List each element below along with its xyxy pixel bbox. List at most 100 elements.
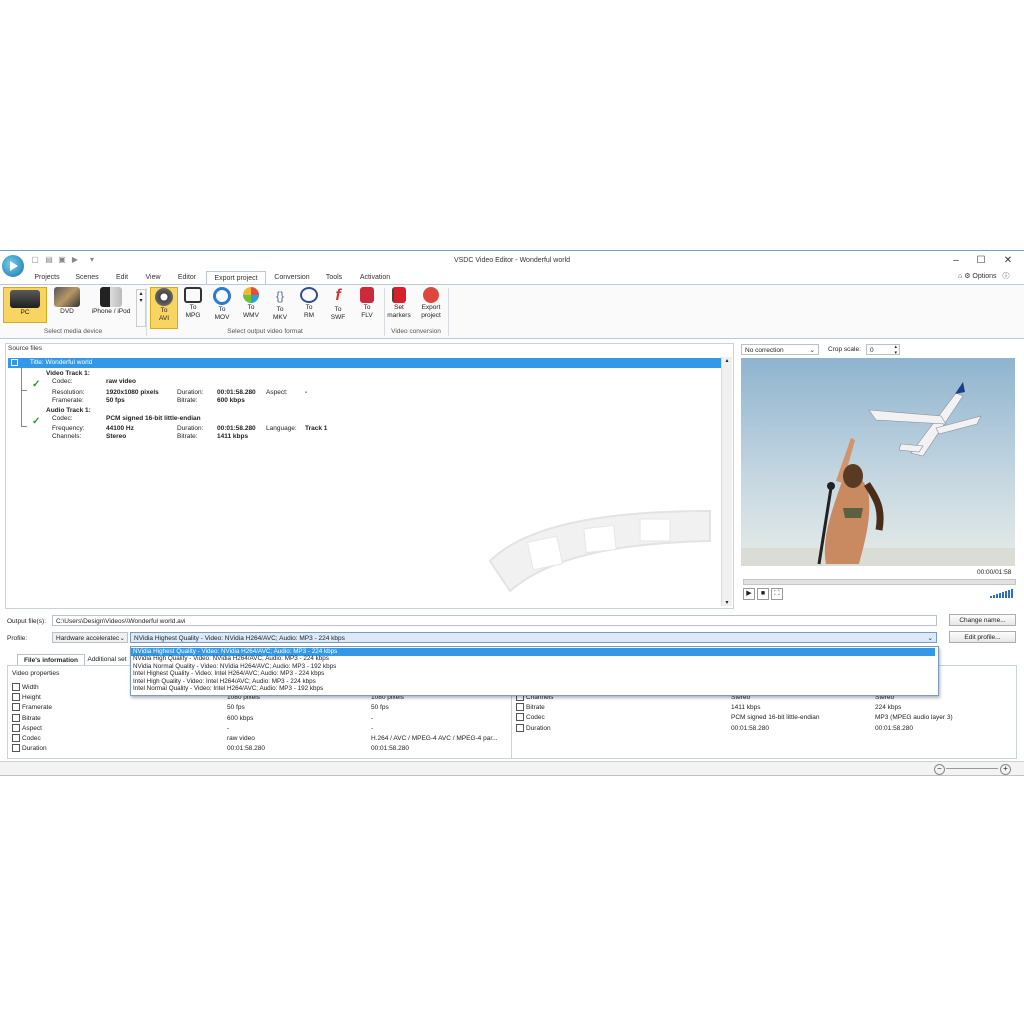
set-markers-button[interactable]: Set markers xyxy=(386,287,412,320)
video-prop-source-value: 600 kbps xyxy=(227,714,254,722)
device-iphone-button[interactable]: iPhone / iPod xyxy=(88,287,134,316)
checkbox[interactable] xyxy=(12,683,20,691)
video-preview[interactable] xyxy=(741,358,1015,566)
tab-conversion[interactable]: Conversion xyxy=(268,271,316,284)
device-iphone-label: iPhone / iPod xyxy=(91,308,131,315)
tab-view[interactable]: View xyxy=(138,271,168,284)
output-path-field[interactable]: C:\Users\Design\Videos\\Wonderful world.… xyxy=(52,615,937,626)
checkbox[interactable] xyxy=(12,713,20,722)
collapse-icon[interactable] xyxy=(11,358,18,366)
audio-prop-row[interactable]: Duration 00:01:58.280 00:01:58.280 xyxy=(516,723,1006,734)
scroll-down-icon[interactable]: ▾ xyxy=(722,599,732,606)
audio-prop-source-value: 00:01:58.280 xyxy=(731,724,769,732)
to-swf-button[interactable]: f To SWF xyxy=(325,287,351,322)
stop-button[interactable]: ■ xyxy=(757,588,769,600)
to-flv-button[interactable]: To FLV xyxy=(354,287,380,320)
audio-freq-label: Frequency: xyxy=(52,425,85,432)
checkbox[interactable] xyxy=(12,744,20,753)
audio-br-value: 1411 kbps xyxy=(217,433,249,440)
seek-slider[interactable] xyxy=(743,579,1016,585)
profile-type-select[interactable]: Hardware acceleratec ⌄ xyxy=(52,632,128,643)
video-prop-row[interactable]: Bitrate 600 kbps - xyxy=(12,713,502,724)
checkbox[interactable] xyxy=(516,713,524,722)
minimize-button[interactable]: – xyxy=(946,254,966,268)
profile-dropdown-list[interactable]: NVidia Highest Quality - Video: NVidia H… xyxy=(130,646,939,696)
audio-prop-output-value: MP3 (MPEG audio layer 3) xyxy=(875,714,953,722)
tab-editor[interactable]: Editor xyxy=(170,271,204,284)
scroll-up-icon[interactable]: ▴ xyxy=(722,357,732,364)
zoom-slider[interactable] xyxy=(946,768,998,769)
tab-scenes[interactable]: Scenes xyxy=(68,271,106,284)
tab-projects[interactable]: Projects xyxy=(28,271,66,284)
video-prop-row[interactable]: Framerate 50 fps 50 fps xyxy=(12,703,502,713)
audio-prop-name: Codec xyxy=(526,714,545,722)
device-scroll-button[interactable]: ▴ ▾ xyxy=(136,289,146,327)
to-wmv-button[interactable]: To WMV xyxy=(238,287,264,320)
change-name-button[interactable]: Change name... xyxy=(949,614,1016,626)
video-properties-header: Video properties xyxy=(12,670,60,677)
maximize-button[interactable]: ☐ xyxy=(971,254,991,268)
checkbox[interactable] xyxy=(516,723,524,732)
fullscreen-button[interactable]: ⛶ xyxy=(771,588,783,600)
correction-select[interactable]: No correction ⌄ xyxy=(741,344,819,355)
to-avi-button[interactable]: To AVI xyxy=(150,287,178,329)
checkbox[interactable] xyxy=(12,723,20,732)
audio-track-check-icon[interactable]: ✓ xyxy=(32,416,40,427)
video-prop-name: Height xyxy=(22,694,41,702)
close-button[interactable]: ✕ xyxy=(998,254,1018,268)
source-scrollbar[interactable]: ▴ ▾ xyxy=(721,357,732,606)
video-track-check-icon[interactable]: ✓ xyxy=(32,379,40,390)
video-prop-name: Width xyxy=(22,684,39,691)
edit-profile-button[interactable]: Edit profile... xyxy=(949,631,1016,643)
audio-prop-name: Duration xyxy=(526,724,551,732)
tab-activation[interactable]: Activation xyxy=(354,271,396,284)
info-icon: ⓘ xyxy=(1002,273,1010,280)
to-mpg-button[interactable]: To MPG xyxy=(180,287,206,320)
flag-icon xyxy=(392,287,406,303)
checkbox[interactable] xyxy=(12,693,20,702)
export-project-button[interactable]: Export project xyxy=(416,287,446,320)
options-menu[interactable]: ⌂ ⚙ Options ⓘ xyxy=(958,271,1010,281)
to-mkv-button[interactable]: {} To MKV xyxy=(267,287,293,322)
play-button[interactable]: ▶ xyxy=(743,588,755,600)
video-prop-row[interactable]: Codec raw video H.264 / AVC / MPEG-4 AVC /… xyxy=(12,734,502,744)
checkbox[interactable] xyxy=(12,734,20,742)
device-dvd-button[interactable]: DVD xyxy=(48,287,86,316)
video-prop-row[interactable]: Duration 00:01:58.280 00:01:58.280 xyxy=(12,744,502,754)
video-prop-row[interactable]: Aspect - - xyxy=(12,723,502,734)
source-title-row[interactable]: Title: Wonderful world xyxy=(8,358,721,368)
audio-prop-row[interactable]: Codec PCM signed 16-bit little-endian MP3 … xyxy=(516,713,1006,723)
tab-export-project[interactable]: Export project xyxy=(206,271,266,284)
export-project-label2: project xyxy=(421,312,441,319)
to-rm-button[interactable]: To RM xyxy=(296,287,322,320)
export-project-label1: Export xyxy=(421,304,441,311)
dvd-icon xyxy=(54,287,80,307)
video-res-label: Resolution: xyxy=(52,389,85,396)
profile-type-value: Hardware acceleratec xyxy=(56,635,120,642)
audio-prop-source-value: 1411 kbps xyxy=(731,704,761,712)
tab-additional-settings[interactable]: Additional set xyxy=(84,654,130,665)
to-mov-button[interactable]: To MOV xyxy=(209,287,235,322)
profile-option[interactable]: Intel Normal Quality - Video: Intel H264… xyxy=(133,685,323,693)
quicktime-icon xyxy=(213,287,231,305)
video-fr-label: Framerate: xyxy=(52,397,84,404)
checkbox[interactable] xyxy=(12,703,20,712)
volume-icon[interactable] xyxy=(990,589,1014,598)
tab-edit[interactable]: Edit xyxy=(108,271,136,284)
audio-prop-row[interactable]: Bitrate 1411 kbps 224 kbps xyxy=(516,703,1006,713)
video-codec-value: raw video xyxy=(106,378,136,385)
to-swf-label1: To xyxy=(334,306,342,313)
spinner-icon[interactable]: ▴ ▾ xyxy=(894,345,897,354)
video-prop-output-value: 50 fps xyxy=(371,704,389,712)
tab-tools[interactable]: Tools xyxy=(320,271,348,284)
crop-scale-input[interactable]: 0 ▴ ▾ xyxy=(866,344,900,355)
to-mkv-label2: MKV xyxy=(272,314,288,321)
audio-br-label: Bitrate: xyxy=(177,433,198,440)
zoom-out-icon[interactable]: − xyxy=(934,764,945,775)
checkbox[interactable] xyxy=(516,703,524,712)
video-prop-name: Framerate xyxy=(22,704,52,712)
video-res-value: 1920x1080 pixels xyxy=(106,389,159,396)
profile-select[interactable]: NVidia Highest Quality - Video: NVidia H… xyxy=(130,632,937,643)
device-pc-button[interactable]: PC xyxy=(3,287,47,323)
zoom-in-icon[interactable]: + xyxy=(1000,764,1011,775)
